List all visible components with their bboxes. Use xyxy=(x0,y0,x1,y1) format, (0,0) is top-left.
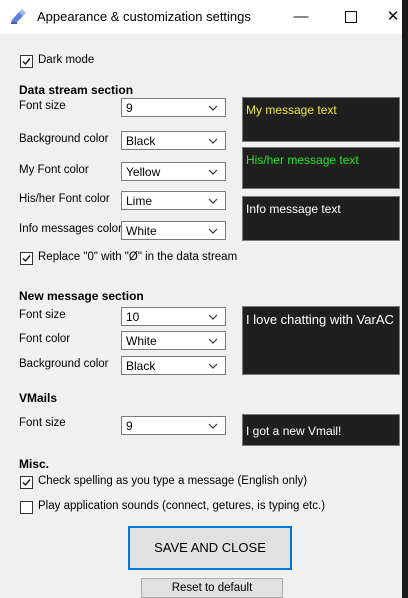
ds-font-size-label: Font size xyxy=(19,100,66,112)
new-message-preview: I love chatting with VarAC xyxy=(242,306,400,375)
nm-font-color-label: Font color xyxy=(19,333,71,345)
chevron-down-icon xyxy=(208,314,218,320)
settings-window: Appearance & customization settings — ✕ … xyxy=(0,0,402,598)
spell-check-checkbox[interactable] xyxy=(20,476,33,489)
chevron-down-icon xyxy=(208,138,218,144)
close-button[interactable]: ✕ xyxy=(370,0,408,34)
dark-mode-checkbox[interactable] xyxy=(20,55,33,68)
checkmark-icon xyxy=(22,58,31,66)
nm-font-size-value: 10 xyxy=(126,310,140,324)
nm-font-color-value: White xyxy=(126,334,157,348)
nm-font-size-label: Font size xyxy=(19,309,66,321)
replace-zero-checkbox[interactable] xyxy=(20,252,33,265)
spell-check-label: Check spelling as you type a message (En… xyxy=(38,475,308,487)
vm-font-size-select[interactable]: 9 xyxy=(121,416,226,435)
ds-font-size-select[interactable]: 9 xyxy=(121,98,226,117)
ds-his-her-font-color-label: His/her Font color xyxy=(19,193,110,205)
palette-icon xyxy=(10,9,28,25)
ds-info-messages-color-value: White xyxy=(126,224,157,238)
chevron-down-icon xyxy=(208,338,218,344)
ds-background-color-value: Black xyxy=(126,134,156,148)
nm-font-size-select[interactable]: 10 xyxy=(121,307,226,326)
chevron-down-icon xyxy=(208,198,218,204)
info-message-preview: Info message text xyxy=(242,196,400,241)
play-sounds-checkbox[interactable] xyxy=(20,501,33,514)
vm-font-size-label: Font size xyxy=(19,417,66,429)
ds-info-messages-color-select[interactable]: White xyxy=(121,221,226,240)
reset-to-default-button[interactable]: Reset to default xyxy=(141,578,283,598)
chevron-down-icon xyxy=(208,423,218,429)
vm-font-size-value: 9 xyxy=(126,419,133,433)
chevron-down-icon xyxy=(208,228,218,234)
vmails-section-title: VMails xyxy=(19,391,58,405)
maximize-button[interactable] xyxy=(328,0,374,34)
checkmark-icon xyxy=(22,255,31,263)
play-sounds-label: Play application sounds (connect, geture… xyxy=(38,500,326,512)
my-message-preview: My message text xyxy=(242,97,400,142)
nm-background-color-select[interactable]: Black xyxy=(121,356,226,375)
misc-section-title: Misc. xyxy=(19,457,50,471)
ds-his-her-font-color-value: Lime xyxy=(126,194,153,208)
ds-info-messages-color-label: Info messages color xyxy=(19,223,122,235)
vmail-preview: I got a new Vmail! xyxy=(242,414,400,446)
his-her-message-preview: His/her message text xyxy=(242,147,400,189)
ds-background-color-select[interactable]: Black xyxy=(121,131,226,150)
ds-my-font-color-select[interactable]: Yellow xyxy=(121,162,226,181)
ds-my-font-color-value: Yellow xyxy=(126,165,161,179)
ds-his-her-font-color-select[interactable]: Lime xyxy=(121,191,226,210)
ds-my-font-color-label: My Font color xyxy=(19,164,89,176)
replace-zero-label: Replace "0" with "Ø" in the data stream xyxy=(38,251,238,263)
ds-background-color-label: Background color xyxy=(19,133,109,145)
window-title: Appearance & customization settings xyxy=(37,9,251,24)
nm-background-color-value: Black xyxy=(126,359,156,373)
minimize-button[interactable]: — xyxy=(278,0,324,34)
data-stream-section-title: Data stream section xyxy=(19,83,134,97)
chevron-down-icon xyxy=(208,169,218,175)
nm-background-color-label: Background color xyxy=(19,358,109,370)
ds-font-size-value: 9 xyxy=(126,101,133,115)
dark-mode-label: Dark mode xyxy=(38,54,95,66)
checkmark-icon xyxy=(22,479,31,487)
save-and-close-button[interactable]: SAVE AND CLOSE xyxy=(128,526,292,570)
new-message-section-title: New message section xyxy=(19,289,144,303)
maximize-icon xyxy=(345,11,357,24)
title-bar: Appearance & customization settings — ✕ xyxy=(0,0,402,34)
nm-font-color-select[interactable]: White xyxy=(121,331,226,350)
chevron-down-icon xyxy=(208,105,218,111)
chevron-down-icon xyxy=(208,363,218,369)
